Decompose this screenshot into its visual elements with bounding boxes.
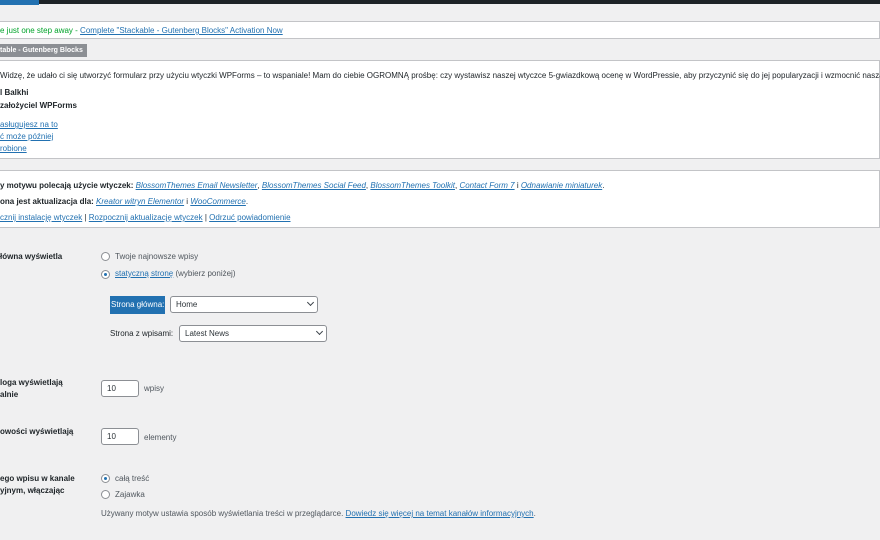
feeds-learn-more-link[interactable]: Dowiedz się więcej na temat kanałów info…	[346, 509, 534, 518]
front-page-select[interactable]: Home	[170, 296, 318, 313]
radio-static-page[interactable]	[101, 270, 110, 279]
posts-page-value: Latest News	[185, 329, 230, 338]
front-page-value: Home	[176, 300, 198, 309]
theme-note-text: Używany motyw ustawia sposób wyświetlani…	[101, 509, 346, 518]
recommended-plugins-line: y motywu polecają użycie wtyczek: Blosso…	[0, 181, 605, 190]
radio-latest-posts-label[interactable]: Twoje najnowsze wpisy	[115, 252, 198, 261]
wpforms-review-message: Widzę, że udało ci się utworzyć formular…	[0, 71, 880, 80]
stackable-activation-link[interactable]: Complete "Stackable - Gutenberg Blocks" …	[80, 26, 283, 35]
posts-page-select[interactable]: Latest News	[179, 325, 327, 342]
content-label-line1: ego wpisu w kanale	[0, 474, 75, 483]
plugin-link-contact-form-7[interactable]: Contact Form 7	[459, 181, 514, 190]
blog-label-line2: alnie	[0, 390, 19, 399]
tgmpa-plugins-notice: y motywu polecają użycie wtyczek: Blosso…	[0, 170, 880, 228]
blog-label-line1: loga wyświetlają	[0, 378, 63, 387]
stackable-tab: table - Gutenberg Blocks	[0, 44, 87, 57]
plugin-link-thumbnails[interactable]: Odnawianie miniaturek	[521, 181, 602, 190]
homepage-displays-label: łówna wyświetla	[0, 252, 63, 261]
radio-excerpt-label[interactable]: Zajawka	[115, 490, 145, 499]
plugin-link-toolkit[interactable]: BlossomThemes Toolkit	[370, 181, 455, 190]
content-label-line2: yjnym, włączając	[0, 486, 65, 495]
update-prefix: ona jest aktualizacja dla:	[0, 197, 97, 206]
posts-per-rss-input[interactable]: 10	[101, 428, 139, 445]
review-done-link[interactable]: robione	[0, 144, 27, 153]
signature-role: założyciel WPForms	[0, 101, 77, 110]
admin-bar	[0, 0, 880, 4]
begin-update-link[interactable]: Rozpocznij aktualizację wtyczek	[89, 213, 203, 222]
update-plugins-line: ona jest aktualizacja dla: Kreator witry…	[0, 197, 249, 206]
theme-feed-note: Używany motyw ustawia sposób wyświetlani…	[101, 509, 536, 518]
plugin-link-email-newsletter[interactable]: BlossomThemes Email Newsletter	[136, 181, 258, 190]
plugin-link-social-feed[interactable]: BlossomThemes Social Feed	[262, 181, 366, 190]
plugin-link-woocommerce[interactable]: WooCommerce	[190, 197, 246, 206]
wpforms-review-notice: Widzę, że udało ci się utworzyć formular…	[0, 60, 880, 159]
review-later-link[interactable]: ć może później	[0, 132, 53, 141]
theme-note-end: .	[533, 509, 536, 518]
radio-full-text-label[interactable]: całą treść	[115, 474, 149, 483]
stackable-notice-text: e just one step away - Complete "Stackab…	[0, 26, 283, 35]
radio-static-page-label[interactable]: statyczną stronę (wybierz poniżej)	[115, 269, 236, 278]
radio-latest-posts[interactable]	[101, 252, 110, 261]
posts-page-label: Strona z wpisami:	[110, 329, 174, 338]
syndication-feeds-label: owości wyświetlają	[0, 427, 74, 436]
recommend-prefix: y motywu polecają użycie wtyczek:	[0, 181, 136, 190]
feed-content-label: ego wpisu w kanale yjnym, włączając	[0, 473, 75, 497]
plugin-link-elementor[interactable]: Kreator witryn Elementor	[96, 197, 184, 206]
begin-install-link[interactable]: cznij instalację wtyczek	[0, 213, 82, 222]
review-deserve-link[interactable]: asługujesz na to	[0, 120, 58, 129]
static-page-link[interactable]: statyczną stronę	[115, 269, 173, 278]
posts-per-page-unit: wpisy	[144, 384, 165, 393]
radio-full-text[interactable]	[101, 474, 110, 483]
chevron-down-icon	[315, 327, 324, 336]
admin-bar-active-item[interactable]	[0, 0, 39, 5]
front-page-label: Strona główna:	[110, 296, 166, 314]
signature-name: l Balkhi	[0, 88, 29, 97]
stackable-notice-prefix: e just one step away -	[0, 26, 81, 35]
posts-per-rss-unit: elementy	[144, 433, 177, 442]
posts-per-page-input[interactable]: 10	[101, 380, 139, 397]
blog-pages-label: loga wyświetlają alnie	[0, 377, 63, 401]
plugin-actions-line: cznij instalację wtyczek | Rozpocznij ak…	[0, 213, 291, 222]
dismiss-notice-link[interactable]: Odrzuć powiadomienie	[209, 213, 290, 222]
static-page-suffix: (wybierz poniżej)	[173, 269, 236, 278]
stackable-activation-notice: e just one step away - Complete "Stackab…	[0, 21, 880, 39]
radio-excerpt[interactable]	[101, 490, 110, 499]
chevron-down-icon	[306, 298, 315, 307]
